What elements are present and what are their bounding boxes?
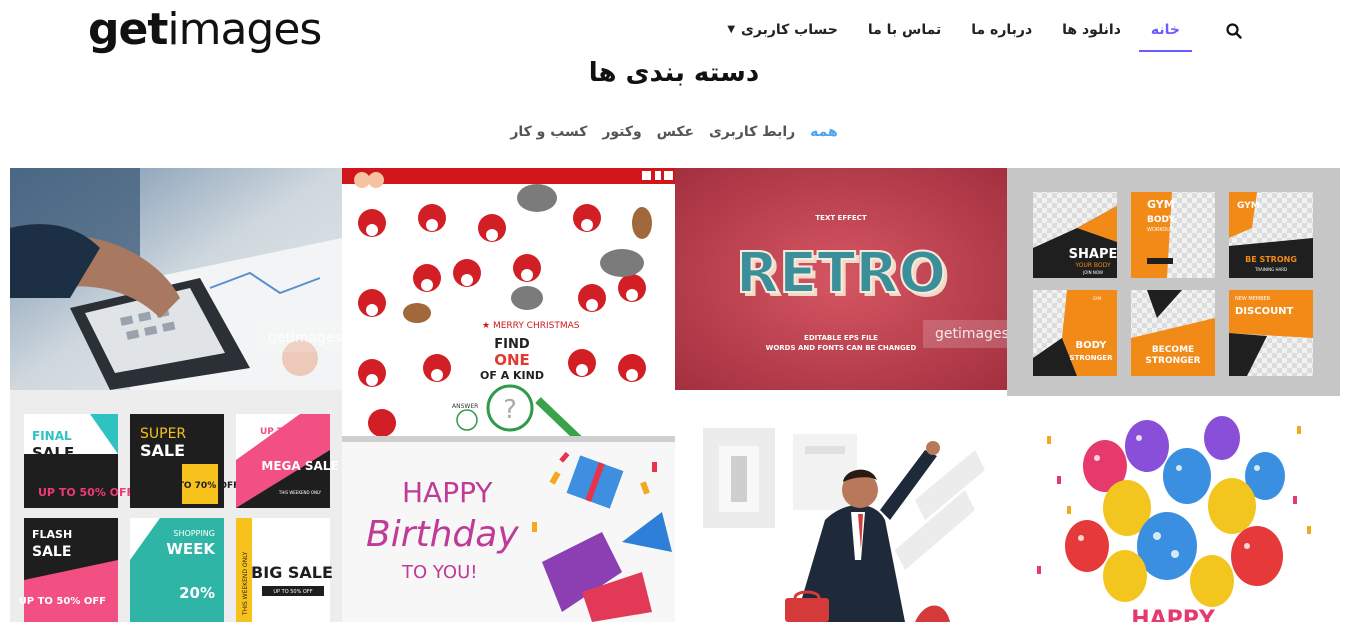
site-logo[interactable]: getimages xyxy=(88,4,322,56)
sale-image: FINAL SALE UP TO 50% OFF SUPER SALE UP T… xyxy=(19,414,339,622)
nav-item-contact[interactable]: تماس با ما xyxy=(868,10,941,52)
sale-card-2: SUPER SALE UP TO 70% OFF xyxy=(130,414,239,508)
svg-text:STRONGER: STRONGER xyxy=(1070,354,1114,362)
gym-card-6: NEW MEMBER DISCOUNT xyxy=(1229,290,1313,376)
svg-text:GYM: GYM xyxy=(1237,201,1260,211)
tile-birthday[interactable]: HAPPY Birthday TO YOU! xyxy=(342,442,675,622)
sale-card-4: FLASH SALE UP TO 50% OFF xyxy=(19,518,118,622)
gym-card-5: BECOME STRONGER xyxy=(1131,290,1215,376)
kind-text: OF A KIND xyxy=(480,369,544,382)
svg-text:BIG SALE: BIG SALE xyxy=(251,563,333,582)
filter-ui[interactable]: رابط کاربری xyxy=(709,124,795,140)
tile-businessman[interactable] xyxy=(675,390,1007,622)
watermark: getimages xyxy=(256,324,342,352)
tile-santa-puzzle[interactable]: ★ MERRY CHRISTMAS FIND ONE OF A KIND ? A… xyxy=(342,168,675,442)
svg-text:GYM: GYM xyxy=(1147,198,1175,211)
account-label: حساب کاربری xyxy=(741,22,838,38)
svg-text:WORKOUT: WORKOUT xyxy=(1147,227,1174,233)
page-title: دسته بندی ها xyxy=(588,58,760,88)
svg-text:THIS WEEKEND ONLY: THIS WEEKEND ONLY xyxy=(242,551,249,616)
birthday-to-you: TO YOU! xyxy=(401,562,477,583)
birthday-happy: HAPPY xyxy=(402,476,493,509)
svg-text:SHAPE: SHAPE xyxy=(1069,247,1118,262)
tile-retro-text[interactable]: TEXT EFFECT RETRO RETRO EDITABLE EPS FIL… xyxy=(675,168,1007,390)
site-header: getimages خانه دانلود ها درباره ما تماس … xyxy=(0,0,1348,88)
birthday-word: Birthday xyxy=(366,514,519,555)
gym-card-3: GYM BE STRONG TRAINING HARD xyxy=(1229,192,1313,278)
gym-image: SHAPE YOUR BODY JOIN NOW GYM BODY WORKOU… xyxy=(1033,192,1313,376)
text-effect-label: TEXT EFFECT xyxy=(815,214,866,222)
svg-text:BECOME: BECOME xyxy=(1152,345,1194,355)
category-filters: همه رابط کاربری عکس وکتور کسب و کار xyxy=(0,124,1348,140)
svg-text:SUPER: SUPER xyxy=(140,426,186,442)
svg-text:SHOPPING: SHOPPING xyxy=(173,529,215,538)
svg-text:GYM: GYM xyxy=(1093,296,1102,301)
nav-item-about[interactable]: درباره ما xyxy=(971,10,1032,52)
svg-text:NEW MEMBER: NEW MEMBER xyxy=(1235,296,1271,302)
retro-line1: EDITABLE EPS FILE xyxy=(804,334,878,342)
filter-photo[interactable]: عکس xyxy=(657,124,695,140)
sale-card-5: SHOPPING WEEK 20% xyxy=(130,518,224,622)
tile-sale-banners[interactable]: FINAL SALE UP TO 50% OFF SUPER SALE UP T… xyxy=(10,390,342,622)
logo-light: images xyxy=(167,4,322,55)
svg-text:YOUR BODY: YOUR BODY xyxy=(1074,262,1111,269)
tile-gym-banners[interactable]: SHAPE YOUR BODY JOIN NOW GYM BODY WORKOU… xyxy=(1007,168,1340,396)
svg-text:TRAINING HARD: TRAINING HARD xyxy=(1254,267,1287,272)
gym-card-1: SHAPE YOUR BODY JOIN NOW xyxy=(1033,192,1117,278)
balloons-caption: HAPPY xyxy=(1131,607,1216,622)
filter-vector[interactable]: وکتور xyxy=(602,124,641,140)
sale-card-1: FINAL SALE UP TO 50% OFF xyxy=(24,414,134,508)
svg-text:SALE: SALE xyxy=(140,441,185,460)
svg-text:?: ? xyxy=(503,395,517,425)
filter-all[interactable]: همه xyxy=(810,124,838,140)
main-nav: خانه دانلود ها درباره ما تماس با ما حساب… xyxy=(697,10,1244,52)
svg-text:FINAL: FINAL xyxy=(32,429,72,443)
svg-text:UP TO 70% OFF: UP TO 70% OFF xyxy=(161,481,240,491)
retro-word-text: RETRO xyxy=(736,241,946,306)
svg-text:FLASH: FLASH xyxy=(32,528,72,541)
svg-text:WEEK: WEEK xyxy=(166,540,216,558)
birthday-image: HAPPY Birthday TO YOU! xyxy=(366,451,672,622)
watermark: getimages xyxy=(923,320,1007,348)
answer-label: ANSWER xyxy=(452,403,478,410)
svg-text:DISCOUNT: DISCOUNT xyxy=(1235,306,1294,317)
svg-text:STRONGER: STRONGER xyxy=(1145,356,1200,366)
svg-text:BE STRONG: BE STRONG xyxy=(1245,255,1297,264)
one-text: ONE xyxy=(494,351,530,369)
retro-image: TEXT EFFECT RETRO RETRO EDITABLE EPS FIL… xyxy=(675,168,1007,390)
sale-card-3: UP TO 75% MEGA SALE THIS WEEKEND ONLY xyxy=(236,414,339,508)
svg-text:THIS WEEKEND ONLY: THIS WEEKEND ONLY xyxy=(278,490,322,495)
svg-text:20%: 20% xyxy=(179,584,215,602)
search-icon[interactable] xyxy=(1224,21,1244,41)
svg-text:SALE: SALE xyxy=(32,544,71,560)
svg-text:BODY: BODY xyxy=(1076,340,1108,351)
filter-business[interactable]: کسب و کار xyxy=(510,124,587,140)
balloons-image: HAPPY xyxy=(1037,416,1311,622)
nav-item-home[interactable]: خانه xyxy=(1138,10,1192,52)
svg-text:SALE: SALE xyxy=(32,444,74,462)
find-text: FIND xyxy=(494,337,530,352)
sale-card-6: THIS WEEKEND ONLY BIG SALE UP TO 50% OFF xyxy=(236,518,333,622)
gym-card-4: GYM BODY STRONGER xyxy=(1033,290,1117,376)
gym-card-2: GYM BODY WORKOUT xyxy=(1131,192,1215,278)
nav-item-downloads[interactable]: دانلود ها xyxy=(1062,10,1121,52)
svg-text:UP TO 50% OFF: UP TO 50% OFF xyxy=(273,589,312,595)
santa-image: ★ MERRY CHRISTMAS FIND ONE OF A KIND ? A… xyxy=(342,168,675,442)
caret-down-icon: ▼ xyxy=(727,24,736,35)
logo-bold: get xyxy=(88,4,168,55)
svg-text:UP TO 75%: UP TO 75% xyxy=(260,427,316,437)
svg-text:UP TO 50% OFF: UP TO 50% OFF xyxy=(19,596,106,607)
nav-item-account[interactable]: حساب کاربری ▼ xyxy=(727,10,838,52)
svg-text:JOIN NOW: JOIN NOW xyxy=(1082,270,1103,275)
retro-line2: WORDS AND FONTS CAN BE CHANGED xyxy=(766,344,917,352)
tile-finance-photo[interactable]: getimages xyxy=(10,168,342,390)
finance-image xyxy=(10,168,342,390)
svg-text:BODY: BODY xyxy=(1147,215,1175,225)
svg-text:MEGA SALE: MEGA SALE xyxy=(261,459,338,473)
tile-balloons[interactable]: HAPPY xyxy=(1007,396,1340,622)
businessman-image xyxy=(703,428,985,622)
svg-text:UP TO 50% OFF: UP TO 50% OFF xyxy=(38,486,134,499)
image-grid: getimages ★ MERRY CHRISTMAS FIND ONE OF … xyxy=(10,168,1340,622)
merry-christmas-text: ★ MERRY CHRISTMAS xyxy=(482,321,580,331)
